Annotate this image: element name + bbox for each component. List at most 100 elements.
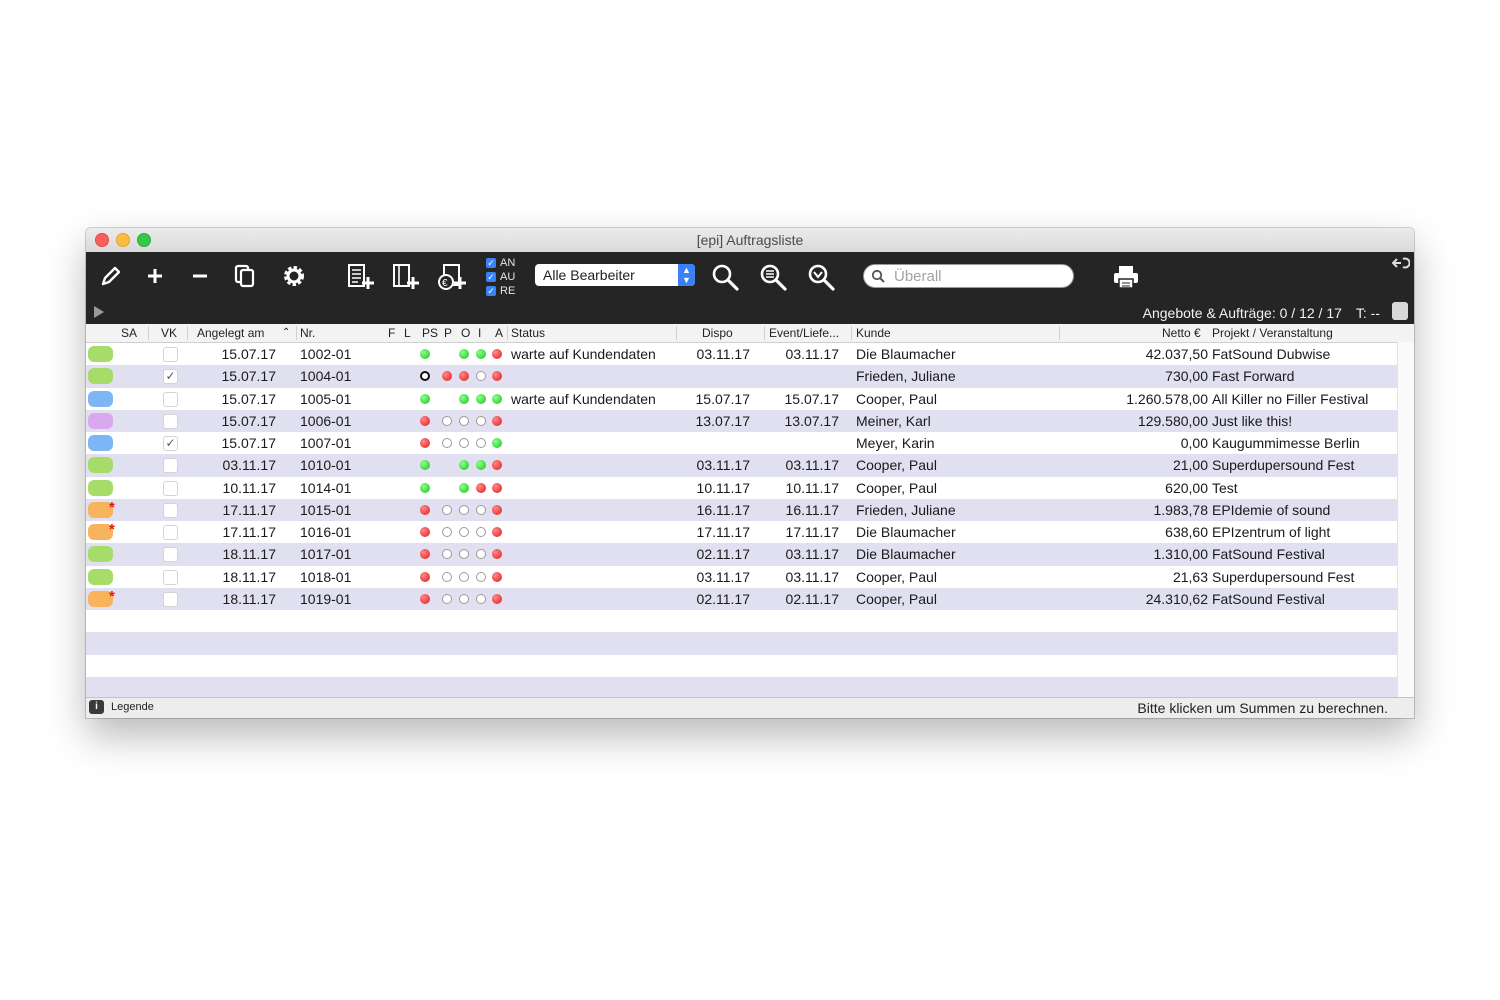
col-kunde[interactable]: Kunde [856, 326, 891, 340]
color-label-chip[interactable] [88, 546, 113, 563]
table-row[interactable]: 15.07.17 1005-01 warte auf Kundendaten 15.0… [86, 388, 1397, 410]
filter-re[interactable]: ✓ RE [486, 284, 515, 298]
table-row[interactable]: * 18.11.17 1019-01 02.11.17 02.11.17 Cooper, … [86, 587, 1397, 610]
vk-checkbox[interactable] [163, 502, 178, 518]
table-row[interactable]: * 17.11.17 1016-01 17.11.17 17.11.17 Die Blau… [86, 521, 1397, 543]
info-icon[interactable]: i [89, 700, 104, 714]
table-row[interactable]: ✓ 15.07.17 1007-01 Meyer, Karin 0,00 Kaugummi… [86, 432, 1397, 454]
col-angelegt[interactable]: Angelegt am [197, 326, 264, 340]
vertical-scrollbar[interactable] [1397, 342, 1414, 698]
col-ps[interactable]: PS [422, 326, 438, 340]
green-status-dot [459, 460, 469, 471]
color-label-chip[interactable] [88, 412, 113, 429]
empty-status-dot [476, 504, 486, 515]
col-f[interactable]: F [388, 326, 395, 340]
cell-customer: Die Blaumacher [856, 346, 956, 362]
vk-checkbox[interactable] [163, 525, 178, 540]
table-row[interactable]: * 17.11.17 1015-01 16.11.17 16.11.17 Frieden,… [86, 498, 1397, 521]
search-icon[interactable] [710, 262, 740, 292]
cell-number: 1017-01 [300, 546, 352, 563]
table-row[interactable]: 18.11.17 1018-01 03.11.17 03.11.17 Cooper, P… [86, 566, 1397, 588]
cell-project: FatSound Dubwise [1212, 346, 1331, 362]
vk-checkbox[interactable]: ✓ [163, 436, 178, 451]
vk-checkbox[interactable]: ✓ [163, 369, 178, 385]
print-icon[interactable] [1112, 264, 1140, 290]
green-status-dot [420, 349, 430, 359]
col-l[interactable]: L [404, 326, 411, 340]
filter-an[interactable]: ✓ AN [486, 256, 515, 270]
col-sa[interactable]: SA [121, 326, 137, 340]
cell-customer: Meyer, Karin [856, 435, 935, 451]
plus-icon[interactable] [146, 267, 164, 285]
new-offer-icon[interactable] [346, 262, 376, 292]
color-label-chip[interactable]: * [88, 588, 115, 607]
zoom-filter-icon[interactable] [806, 262, 836, 292]
vk-checkbox[interactable] [163, 347, 178, 362]
col-p[interactable]: P [444, 326, 452, 340]
editor-select[interactable]: Alle Bearbeiter ▲ ▼ [535, 264, 695, 286]
checkbox-checked-icon[interactable]: ✓ [486, 272, 496, 282]
col-projekt[interactable]: Projekt / Veranstaltung [1212, 326, 1333, 340]
red-status-dot [420, 504, 430, 515]
col-netto[interactable]: Netto € [1162, 326, 1201, 340]
vk-checkbox[interactable] [163, 391, 178, 407]
gear-icon[interactable] [281, 263, 307, 289]
empty-status-dot [459, 549, 469, 560]
empty-status-dot [476, 593, 486, 604]
search-input[interactable]: Überall [863, 264, 1074, 288]
col-dispo[interactable]: Dispo [702, 326, 733, 340]
col-o[interactable]: O [461, 326, 470, 340]
vk-checkbox[interactable] [163, 458, 178, 474]
color-label-chip[interactable]: * [88, 521, 115, 540]
red-status-dot [492, 504, 502, 515]
filter-au[interactable]: ✓ AU [486, 270, 515, 284]
vk-checkbox[interactable] [163, 413, 178, 429]
cell-dispo: 10.11.17 [696, 479, 750, 496]
table-row[interactable]: ✓ 15.07.17 1004-01 Frieden, Juliane 730,00 Fa… [86, 365, 1397, 388]
vk-checkbox[interactable] [163, 591, 178, 607]
checkbox-checked-icon[interactable]: ✓ [486, 286, 496, 296]
expand-triangle-icon[interactable] [94, 306, 104, 318]
sync-icon[interactable] [1392, 256, 1410, 270]
cell-created-date: 15.07.17 [221, 390, 277, 407]
red-status-dot [420, 438, 430, 448]
table-row[interactable]: 15.07.17 1002-01 warte auf Kundendaten 03.1… [86, 343, 1397, 365]
zoom-list-icon[interactable] [758, 262, 788, 292]
table-row[interactable]: 18.11.17 1017-01 02.11.17 03.11.17 Die Blaum… [86, 543, 1397, 566]
table-row[interactable]: 15.07.17 1006-01 13.07.17 13.07.17 Meiner, K… [86, 409, 1397, 432]
col-status[interactable]: Status [511, 326, 545, 340]
color-label-chip[interactable] [88, 435, 113, 451]
col-vk[interactable]: VK [161, 326, 177, 340]
stepper-button[interactable] [1392, 302, 1408, 320]
color-label-chip[interactable] [88, 457, 113, 474]
new-order-icon[interactable] [391, 262, 421, 292]
legend-button[interactable]: Legende [111, 701, 154, 713]
pencil-icon[interactable] [100, 265, 122, 287]
vk-checkbox[interactable] [163, 480, 178, 496]
cell-net-amount: 1.310,00 [1153, 546, 1209, 563]
copy-icon[interactable] [234, 264, 256, 288]
color-label-chip[interactable] [88, 368, 113, 385]
color-label-chip[interactable] [88, 479, 113, 496]
minus-icon[interactable] [191, 267, 209, 285]
cell-net-amount: 1.260.578,00 [1126, 390, 1208, 407]
color-label-chip[interactable] [88, 568, 113, 585]
col-i[interactable]: I [478, 326, 481, 340]
color-label-chip[interactable] [88, 346, 113, 362]
color-label-chip[interactable]: * [88, 499, 115, 518]
sum-hint[interactable]: Bitte klicken um Summen zu berechnen. [1137, 700, 1388, 716]
vk-checkbox[interactable] [163, 547, 178, 563]
table-row[interactable]: 10.11.17 1014-01 10.11.17 10.11.17 Cooper, P… [86, 477, 1397, 499]
empty-status-dot [442, 549, 452, 560]
color-label-chip[interactable] [88, 390, 113, 407]
new-invoice-icon[interactable]: € [436, 262, 466, 292]
checkbox-checked-icon[interactable]: ✓ [486, 258, 496, 268]
cell-number: 1004-01 [300, 368, 352, 385]
col-nr[interactable]: Nr. [300, 326, 315, 340]
vk-checkbox[interactable] [163, 569, 178, 585]
cell-created-date: 17.11.17 [222, 501, 276, 518]
col-event[interactable]: Event/Liefe... [769, 326, 839, 340]
document-type-filters: ✓ AN ✓ AU ✓ RE [486, 256, 515, 298]
table-row[interactable]: 03.11.17 1010-01 03.11.17 03.11.17 Cooper, P… [86, 454, 1397, 477]
col-a[interactable]: A [495, 326, 503, 340]
